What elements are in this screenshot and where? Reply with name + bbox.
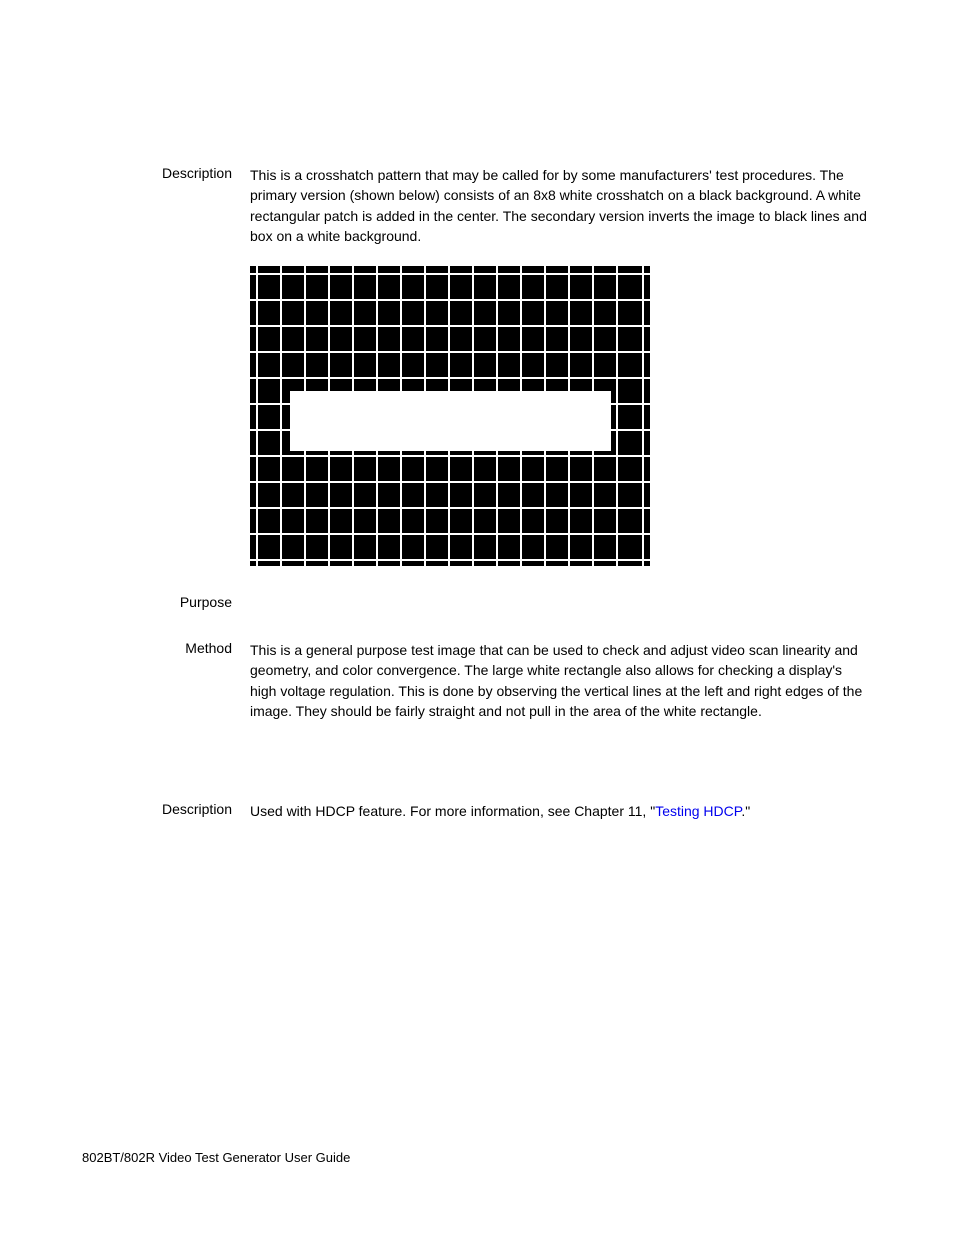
purpose-text bbox=[250, 594, 872, 610]
purpose-label: Purpose bbox=[82, 594, 250, 610]
description2-prefix: Used with HDCP feature. For more informa… bbox=[250, 803, 655, 819]
page-content: Description This is a crosshatch pattern… bbox=[0, 0, 954, 822]
crosshatch-image-container bbox=[250, 266, 872, 566]
description-label-1: Description bbox=[82, 165, 250, 246]
method-section: Method This is a general purpose test im… bbox=[82, 640, 872, 721]
description2-suffix: ." bbox=[741, 803, 750, 819]
description-section-2: Description Used with HDCP feature. For … bbox=[82, 801, 872, 821]
testing-hdcp-link[interactable]: Testing HDCP bbox=[655, 803, 741, 819]
description-section-1: Description This is a crosshatch pattern… bbox=[82, 165, 872, 246]
method-label: Method bbox=[82, 640, 250, 721]
purpose-section: Purpose bbox=[82, 594, 872, 610]
description-text-2: Used with HDCP feature. For more informa… bbox=[250, 801, 872, 821]
method-text: This is a general purpose test image tha… bbox=[250, 640, 872, 721]
description-text-1: This is a crosshatch pattern that may be… bbox=[250, 165, 872, 246]
crosshatch-pattern-image bbox=[250, 266, 650, 566]
page-footer: 802BT/802R Video Test Generator User Gui… bbox=[82, 1150, 350, 1165]
description-label-2: Description bbox=[82, 801, 250, 821]
